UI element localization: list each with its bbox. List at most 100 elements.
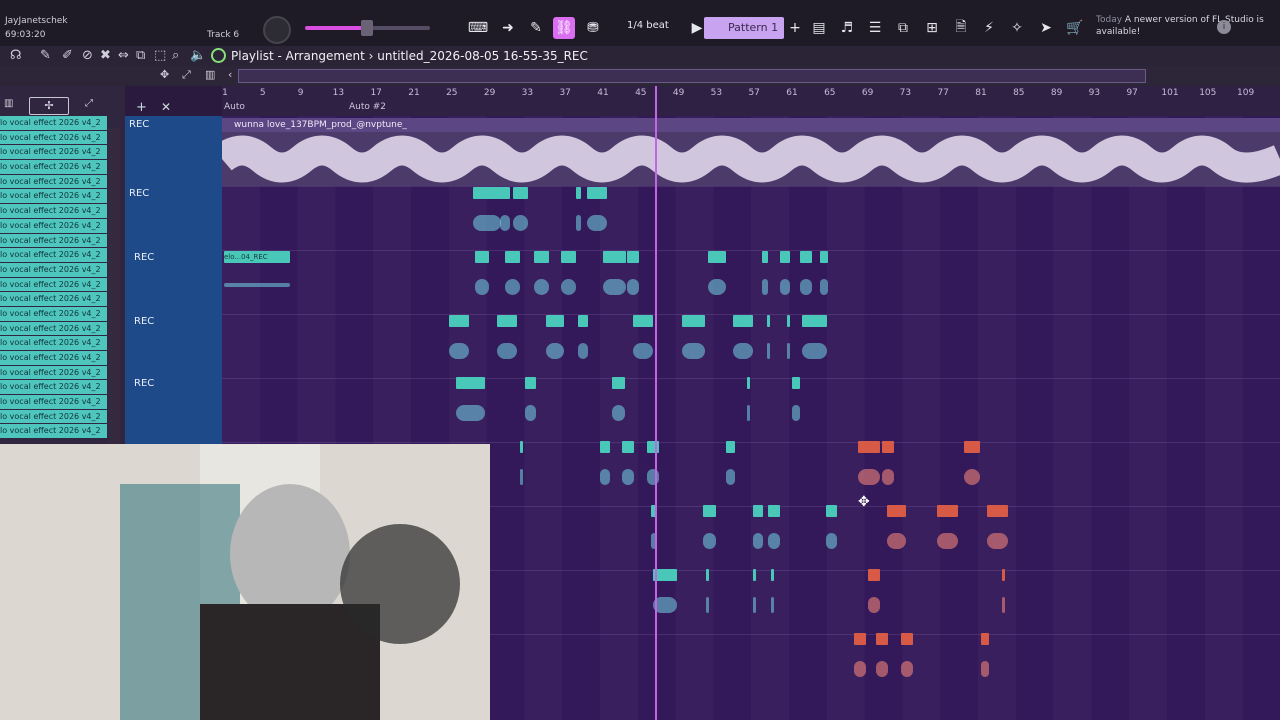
pattern-selector[interactable]: Pattern 1 [704, 17, 784, 39]
audio-clip[interactable] [561, 251, 576, 263]
audio-clip[interactable] [780, 251, 790, 263]
clip-list-item[interactable]: lo vocal effect 2026 v4_2 [0, 204, 107, 218]
audio-clip[interactable] [981, 633, 989, 645]
paint-tool-icon[interactable]: ✐ [62, 48, 73, 63]
audio-clip[interactable] [612, 377, 625, 389]
audio-clip[interactable] [682, 315, 705, 327]
cart-icon[interactable]: 🛒 [1064, 17, 1086, 39]
overview-scrollbar[interactable] [238, 69, 1146, 83]
audio-clip[interactable] [534, 251, 549, 263]
audio-clip[interactable] [767, 315, 770, 327]
master-knob[interactable] [263, 16, 291, 44]
speaker-icon[interactable]: 🔈 [190, 48, 206, 63]
clip-list-item[interactable]: lo vocal effect 2026 v4_2 [0, 262, 107, 277]
audio-clip[interactable] [633, 315, 653, 327]
audio-clip[interactable] [771, 569, 774, 581]
select-tool-icon[interactable]: ⬚ [154, 48, 166, 63]
clip-list-item[interactable]: lo vocal effect 2026 v4_2 [0, 145, 107, 160]
audio-clip[interactable] [475, 251, 489, 263]
audio-clip[interactable] [800, 251, 812, 263]
clip-list-item[interactable]: lo vocal effect 2026 v4_2 [0, 174, 107, 189]
slice-tool-icon[interactable]: ⧉ [136, 48, 145, 63]
audio-clip[interactable] [525, 377, 536, 389]
audio-clip[interactable] [578, 315, 588, 327]
browser-icon[interactable]: ⊞ [921, 17, 943, 39]
clip-list-item[interactable]: lo vocal effect 2026 v4_2 [0, 277, 107, 292]
add-pattern-icon[interactable]: + [784, 17, 806, 39]
send-icon[interactable]: ➤ [1035, 17, 1057, 39]
audio-clip[interactable] [600, 441, 610, 453]
move-icon[interactable]: ✥ [160, 68, 169, 81]
clip-list-item[interactable]: lo vocal effect 2026 v4_2 [0, 248, 107, 262]
audio-clip[interactable] [858, 441, 880, 453]
news-icon[interactable]: i [1217, 20, 1231, 34]
delete-tool-icon[interactable]: ⊘ [82, 48, 93, 63]
clip-list-item[interactable]: lo vocal effect 2026 v4_2 [0, 233, 107, 248]
audio-clip[interactable] [901, 633, 913, 645]
clip-list-item[interactable]: lo vocal effect 2026 v4_2 [0, 351, 107, 365]
clip-list-item[interactable]: lo vocal effect 2026 v4_2 [0, 292, 107, 306]
clip-list-item[interactable]: lo vocal effect 2026 v4_2 [0, 160, 107, 174]
audio-clip[interactable] [703, 505, 716, 517]
remove-track-icon[interactable]: ✕ [161, 100, 171, 114]
audio-clip[interactable] [733, 315, 753, 327]
clip-list-item[interactable]: lo vocal effect 2026 v4_2 [0, 116, 107, 130]
clip-list-item[interactable]: lo vocal effect 2026 v4_2 [0, 409, 107, 424]
piano-roll-icon[interactable]: ♬ [836, 17, 858, 39]
clip-list-item[interactable]: lo vocal effect 2026 v4_2 [0, 306, 107, 321]
audio-clip[interactable] [882, 441, 894, 453]
audio-clip[interactable] [1002, 569, 1005, 581]
add-track-icon[interactable]: + [136, 100, 147, 115]
arrow-right-icon[interactable]: ➜ [497, 17, 519, 39]
expand-icon[interactable]: ⤢ [182, 68, 191, 82]
audio-clip[interactable] [987, 505, 1008, 517]
zoom-tool-icon[interactable]: ⌕ [172, 48, 179, 63]
audio-clip[interactable] [826, 505, 837, 517]
scroll-left-icon[interactable]: ‹ [228, 68, 232, 81]
audio-clip[interactable] [449, 315, 469, 327]
brush-icon[interactable]: ⤢ [85, 98, 93, 109]
playhead[interactable] [655, 86, 657, 720]
clip-list-item[interactable]: lo vocal effect 2026 v4_2 [0, 424, 107, 439]
audio-clip[interactable] [513, 187, 528, 199]
clip-list-item[interactable]: lo vocal effect 2026 v4_2 [0, 365, 107, 380]
arrangement-toggle[interactable]: ✢ [29, 97, 69, 115]
audio-clip[interactable] [787, 315, 790, 327]
clip-list-item[interactable]: lo vocal effect 2026 v4_2 [0, 189, 107, 204]
mute-tool-icon[interactable]: ✖ [100, 48, 111, 63]
channel-rack-icon[interactable]: ⧉ [892, 17, 914, 39]
tuner-icon[interactable]: ✧ [1006, 17, 1028, 39]
bar-icon[interactable]: ▥ [205, 68, 215, 81]
audio-clip[interactable] [497, 315, 517, 327]
audio-clip[interactable] [627, 251, 639, 263]
clip-list-item[interactable]: lo vocal effect 2026 v4_2 [0, 130, 107, 145]
auto-marker-2[interactable]: Auto #2 [349, 102, 386, 112]
audio-clip[interactable] [753, 505, 763, 517]
audio-clip[interactable] [753, 569, 756, 581]
audio-clip[interactable] [603, 251, 626, 263]
audio-clip[interactable] [964, 441, 980, 453]
audio-clip[interactable] [792, 377, 800, 389]
audio-clip[interactable] [500, 187, 510, 199]
stamp-icon[interactable]: ⛃ [582, 17, 604, 39]
tempo-slider-thumb[interactable] [361, 20, 373, 36]
audio-clip[interactable]: elo...04_REC [224, 251, 290, 263]
audio-clip[interactable] [726, 441, 735, 453]
audio-clip[interactable] [876, 633, 888, 645]
audio-clip[interactable] [708, 251, 726, 263]
audio-clip[interactable] [768, 505, 780, 517]
audio-clip[interactable] [505, 251, 520, 263]
audio-clip[interactable] [854, 633, 866, 645]
mixer-icon[interactable]: ☰ [864, 17, 886, 39]
clip-list-item[interactable]: lo vocal effect 2026 v4_2 [0, 380, 107, 395]
slip-tool-icon[interactable]: ⇔ [118, 48, 129, 63]
audio-clip[interactable] [820, 251, 828, 263]
snap-select[interactable]: 1/4 beat [627, 20, 669, 31]
headphones-icon[interactable]: ☊ [10, 48, 22, 63]
audio-clip[interactable] [647, 441, 659, 453]
keyboard-icon[interactable]: ⌨ [467, 17, 489, 39]
pencil-tool-icon[interactable]: ✎ [40, 48, 51, 63]
auto-marker-1[interactable]: Auto [224, 102, 245, 112]
audio-clip-header[interactable]: wunna love_137BPM_prod_@nvptune_ [222, 118, 1280, 132]
audio-clip[interactable] [473, 187, 501, 199]
